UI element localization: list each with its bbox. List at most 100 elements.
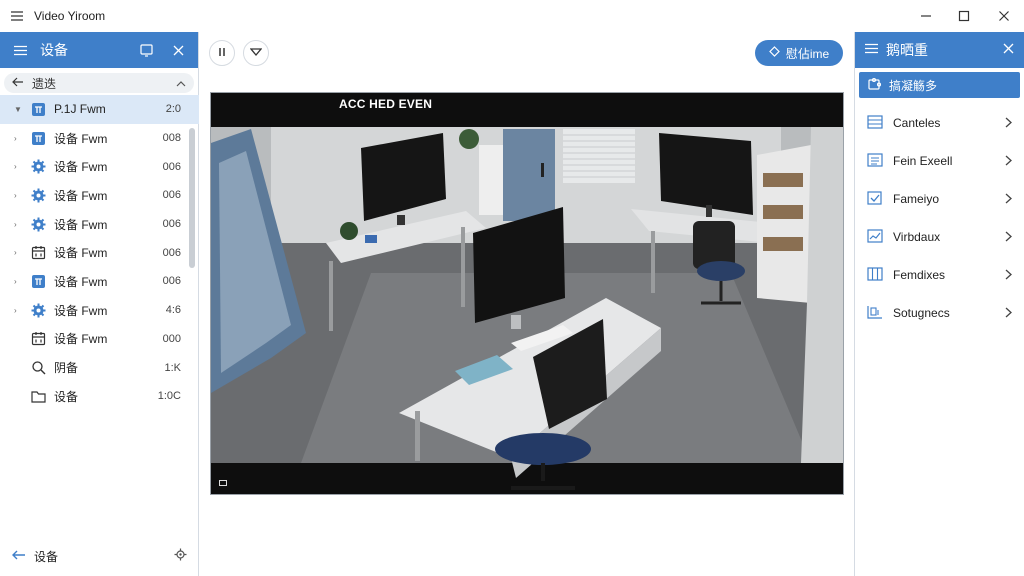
close-icon[interactable] bbox=[1003, 43, 1014, 57]
options-list-item-label: Femdixes bbox=[893, 268, 946, 282]
maximize-icon[interactable] bbox=[944, 0, 984, 32]
hamburger-icon[interactable] bbox=[8, 38, 32, 62]
device-tree-item-value: 000 bbox=[162, 332, 181, 345]
options-list-item[interactable]: Fameiyo bbox=[855, 180, 1024, 218]
options-list-item[interactable]: Sotugnecs bbox=[855, 294, 1024, 332]
stream-indicator-icon bbox=[219, 480, 227, 486]
hamburger-icon[interactable] bbox=[0, 0, 34, 32]
grid-icon bbox=[867, 114, 883, 132]
chevron-right-icon bbox=[1005, 154, 1012, 169]
camera-scene bbox=[211, 93, 843, 494]
device-tree-item[interactable]: 阴备 1:K bbox=[0, 353, 199, 382]
device-tree-item-label: 设备 Fwm bbox=[54, 131, 108, 146]
device-tree-item[interactable]: 设备 1:0C bbox=[0, 382, 199, 411]
pause-button[interactable] bbox=[209, 40, 235, 66]
back-arrow-icon[interactable] bbox=[12, 549, 26, 563]
device-tree-item-value: 008 bbox=[162, 132, 181, 145]
device-filter[interactable]: 遗迭 bbox=[4, 73, 194, 93]
camera-feed[interactable]: ACC HED EVEN bbox=[210, 92, 844, 495]
options-list-item[interactable]: Fein Exeell bbox=[855, 142, 1024, 180]
gear-icon bbox=[30, 159, 46, 175]
shield-button[interactable] bbox=[243, 40, 269, 66]
options-list-item-label: Canteles bbox=[893, 116, 941, 130]
diamond-icon bbox=[768, 46, 780, 60]
gear-icon bbox=[30, 216, 46, 232]
device-tree-item[interactable]: › 设备 Fwm 006 bbox=[0, 238, 199, 267]
device-tree-item[interactable]: › 设备 Fwm 008 bbox=[0, 124, 199, 153]
list-icon bbox=[867, 152, 883, 170]
window-icon[interactable] bbox=[134, 38, 158, 62]
device-tree-item[interactable]: ▼ P.1J Fwm 2:0 bbox=[0, 95, 199, 124]
close-icon[interactable] bbox=[984, 0, 1024, 32]
expander-icon[interactable]: › bbox=[14, 277, 24, 286]
device-tree-item-value: 006 bbox=[162, 218, 181, 231]
device-tree-item-value: 006 bbox=[162, 246, 181, 259]
chevron-right-icon bbox=[1005, 230, 1012, 245]
device-tree-item-value: 2:0 bbox=[165, 103, 181, 116]
device-tree-item-value: 006 bbox=[162, 275, 181, 288]
device-tree-item-label: P.1J Fwm bbox=[54, 102, 106, 117]
device-tree-item-value: 006 bbox=[162, 189, 181, 202]
chevron-right-icon bbox=[1005, 192, 1012, 207]
chevron-right-icon bbox=[1005, 116, 1012, 131]
camera-box-icon bbox=[30, 101, 46, 117]
search-icon bbox=[30, 360, 46, 376]
gear-icon[interactable] bbox=[174, 548, 187, 564]
device-tree-scrollbar[interactable] bbox=[189, 128, 195, 268]
chevron-up-icon[interactable] bbox=[176, 76, 186, 90]
chevron-right-icon bbox=[1005, 306, 1012, 321]
device-panel-footer-label[interactable]: 设备 bbox=[34, 548, 174, 565]
gear-icon bbox=[30, 187, 46, 203]
expander-icon[interactable]: ▼ bbox=[14, 105, 24, 114]
hamburger-icon[interactable] bbox=[865, 43, 878, 57]
device-tree-item[interactable]: › 设备 Fwm 4:6 bbox=[0, 296, 199, 325]
device-tree-item-label: 设备 Fwm bbox=[54, 303, 108, 318]
expander-icon[interactable]: › bbox=[14, 162, 24, 171]
device-tree-item[interactable]: › 设备 Fwm 006 bbox=[0, 210, 199, 239]
options-list-item[interactable]: Femdixes bbox=[855, 256, 1024, 294]
device-tree-item-label: 设备 Fwm bbox=[54, 246, 108, 261]
device-tree-item[interactable]: › 设备 Fwm 006 bbox=[0, 152, 199, 181]
options-list-item-label: Fein Exeell bbox=[893, 154, 953, 168]
camera-box-icon bbox=[30, 273, 46, 289]
back-arrow-icon[interactable] bbox=[12, 76, 24, 90]
device-panel-footer: 设备 bbox=[0, 536, 199, 576]
options-selected-item[interactable]: 搞凝觞多 bbox=[859, 72, 1020, 98]
options-list-item[interactable]: Canteles bbox=[855, 104, 1024, 142]
device-tree-item[interactable]: › 设备 Fwm 006 bbox=[0, 181, 199, 210]
checkbox-icon bbox=[867, 190, 883, 208]
chart-icon bbox=[867, 228, 883, 246]
device-tree-item-value: 4:6 bbox=[165, 304, 181, 317]
expander-icon[interactable]: › bbox=[14, 306, 24, 315]
expander-icon[interactable]: › bbox=[14, 191, 24, 200]
options-list-item[interactable]: Virbdaux bbox=[855, 218, 1024, 256]
device-tree-item-label: 设备 Fwm bbox=[54, 332, 108, 347]
device-tree-item-value: 006 bbox=[162, 160, 181, 173]
close-icon[interactable] bbox=[166, 38, 190, 62]
live-button-label: 慰佔ime bbox=[785, 46, 830, 61]
live-button[interactable]: 慰佔ime bbox=[755, 40, 843, 66]
columns-icon bbox=[867, 266, 883, 284]
chevron-right-icon bbox=[1005, 268, 1012, 283]
gear-icon bbox=[30, 302, 46, 318]
device-tree-item-label: 设备 Fwm bbox=[54, 217, 108, 232]
options-selected-label: 搞凝觞多 bbox=[889, 78, 938, 93]
title-bar: Video Yiroom bbox=[0, 0, 1024, 32]
device-tree-item-label: 设备 Fwm bbox=[54, 274, 108, 289]
options-list-item-label: Virbdaux bbox=[893, 230, 941, 244]
expander-icon[interactable]: › bbox=[14, 134, 24, 143]
minimize-icon[interactable] bbox=[906, 0, 946, 32]
device-tree-item-label: 设备 bbox=[54, 389, 79, 404]
puzzle-icon bbox=[867, 77, 882, 94]
device-tree-item-label: 设备 Fwm bbox=[54, 188, 108, 203]
video-area: 慰佔ime ACC HED EVEN bbox=[199, 32, 854, 576]
device-tree-item[interactable]: › 设备 Fwm 006 bbox=[0, 267, 199, 296]
pause-icon bbox=[217, 46, 227, 60]
expander-icon[interactable]: › bbox=[14, 248, 24, 257]
device-tree-item[interactable]: 设备 Fwm 000 bbox=[0, 325, 199, 354]
expander-icon[interactable]: › bbox=[14, 220, 24, 229]
camera-box-icon bbox=[30, 130, 46, 146]
calendar-icon bbox=[30, 245, 46, 261]
window-title: Video Yiroom bbox=[34, 9, 106, 23]
options-list-item-label: Fameiyo bbox=[893, 192, 940, 206]
